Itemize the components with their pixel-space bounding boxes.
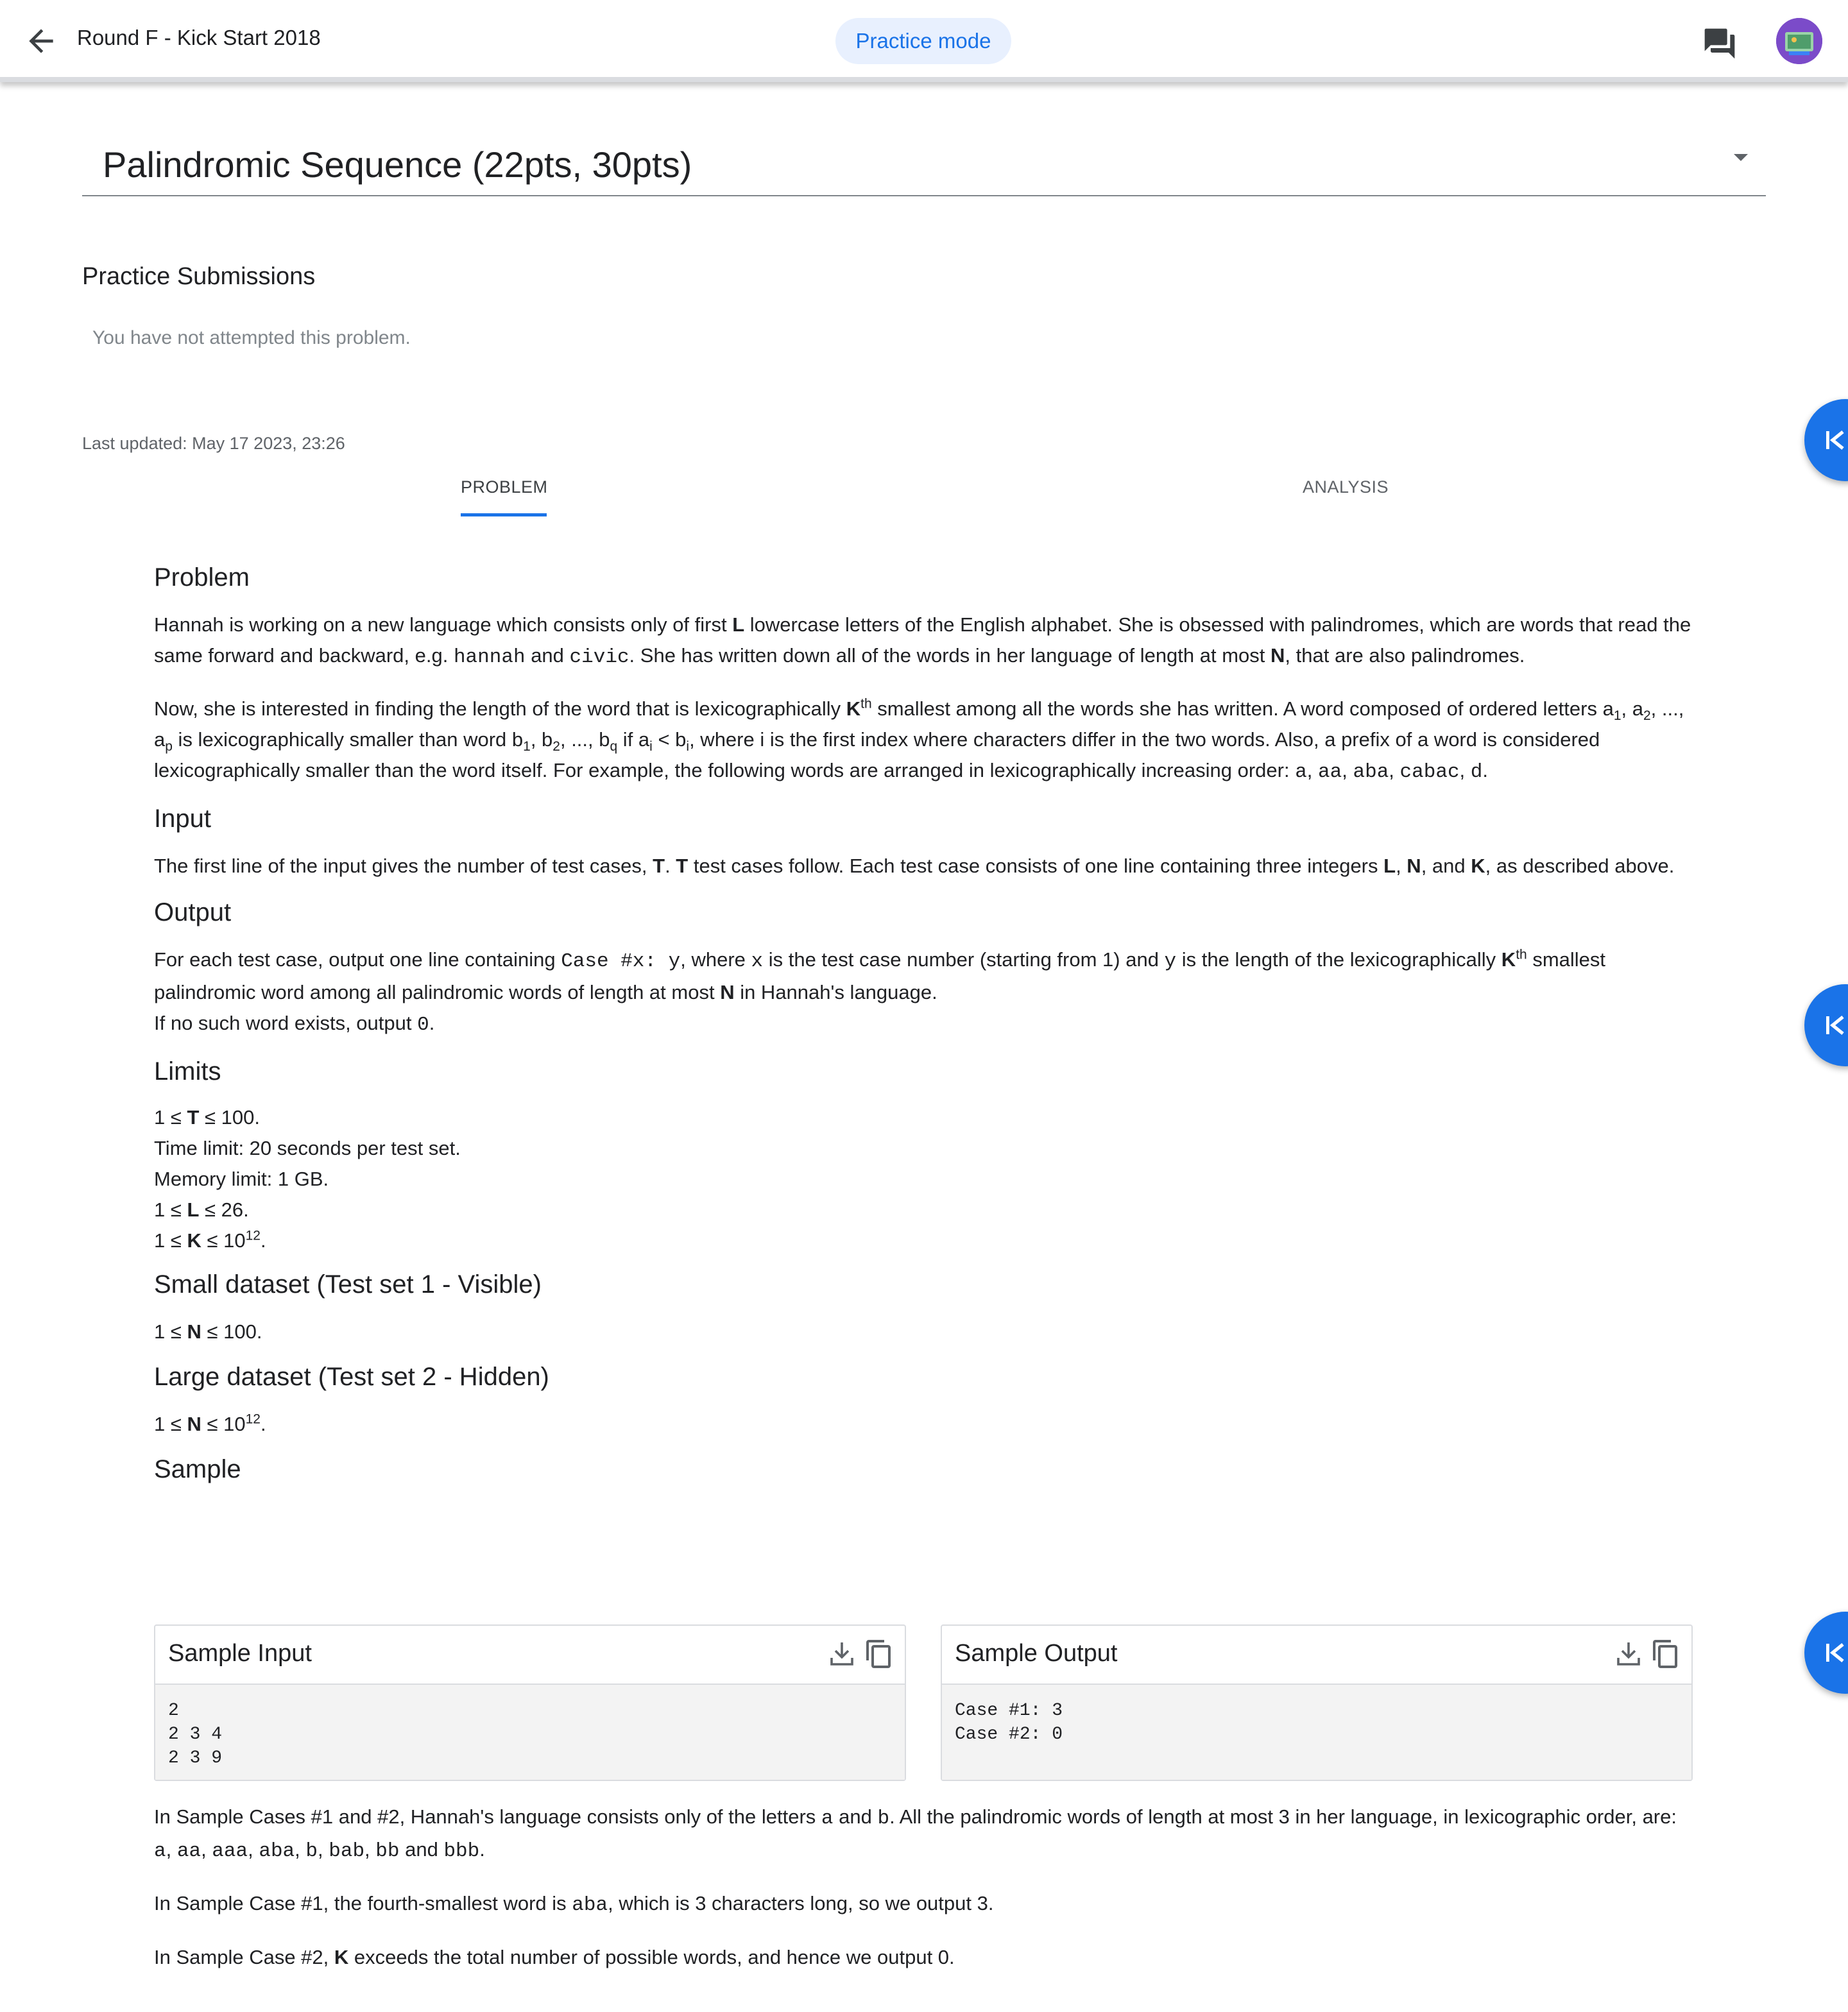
copy-icon[interactable] bbox=[864, 1639, 894, 1669]
download-icon[interactable] bbox=[1613, 1639, 1644, 1669]
side-panel-toggle-button[interactable] bbox=[1804, 984, 1848, 1066]
problem-statement: Problem Hannah is working on a new langu… bbox=[154, 558, 1694, 1488]
explanation-paragraph-1: In Sample Cases #1 and #2, Hannah's lang… bbox=[154, 1805, 1677, 1863]
section-heading-sample: Sample bbox=[154, 1455, 241, 1483]
section-heading-large-dataset: Large dataset (Test set 2 - Hidden) bbox=[154, 1363, 549, 1391]
last-updated-text: Last updated: May 17 2023, 23:26 bbox=[82, 434, 345, 453]
top-app-bar: Round F - Kick Start 2018 Practice mode bbox=[0, 0, 1848, 82]
back-arrow-icon[interactable] bbox=[23, 23, 59, 59]
section-heading-small-dataset: Small dataset (Test set 1 - Visible) bbox=[154, 1270, 542, 1299]
sample-output-box: Sample Output Case #1: 3 Case #2: 0 bbox=[941, 1624, 1693, 1781]
explanation-paragraph-2: In Sample Case #1, the fourth-smallest w… bbox=[154, 1892, 994, 1916]
section-heading-input: Input bbox=[154, 805, 211, 833]
avatar[interactable] bbox=[1776, 18, 1822, 64]
active-tab-indicator bbox=[461, 513, 547, 516]
problem-title: Palindromic Sequence (22pts, 30pts) bbox=[103, 144, 692, 185]
limits-list: 1 ≤ T ≤ 100. Time limit: 20 seconds per … bbox=[154, 1106, 461, 1252]
output-paragraph: For each test case, output one line cont… bbox=[154, 947, 1606, 1036]
small-dataset-limit: 1 ≤ N ≤ 100. bbox=[154, 1320, 262, 1343]
explanation-paragraph-3: In Sample Case #2, K exceeds the total n… bbox=[154, 1946, 955, 1968]
sample-input-title: Sample Input bbox=[168, 1640, 312, 1667]
sample-output-title: Sample Output bbox=[955, 1640, 1118, 1667]
sample-output-text[interactable]: Case #1: 3 Case #2: 0 bbox=[942, 1685, 1691, 1780]
avatar-image bbox=[1776, 18, 1822, 64]
chat-icon[interactable] bbox=[1702, 26, 1738, 62]
sample-input-box: Sample Input 2 2 3 4 2 3 9 bbox=[154, 1624, 906, 1781]
sample-input-header: Sample Input bbox=[155, 1626, 905, 1685]
section-heading-problem: Problem bbox=[154, 563, 250, 592]
submissions-title: Practice Submissions bbox=[82, 263, 316, 290]
sample-input-text[interactable]: 2 2 3 4 2 3 9 bbox=[155, 1685, 905, 1780]
submissions-empty-text: You have not attempted this problem. bbox=[92, 327, 411, 348]
first-page-icon bbox=[1826, 430, 1844, 450]
first-page-icon bbox=[1826, 1642, 1844, 1663]
sample-output-header: Sample Output bbox=[942, 1626, 1691, 1685]
copy-icon[interactable] bbox=[1650, 1639, 1681, 1669]
problem-paragraph-2: Now, she is interested in finding the le… bbox=[154, 696, 1684, 783]
sample-explanation: In Sample Cases #1 and #2, Hannah's lang… bbox=[154, 1802, 1694, 1973]
side-panel-toggle-button[interactable] bbox=[1804, 399, 1848, 481]
problem-paragraph-1: Hannah is working on a new language whic… bbox=[154, 613, 1691, 669]
input-paragraph: The first line of the input gives the nu… bbox=[154, 855, 1675, 877]
download-icon[interactable] bbox=[826, 1639, 857, 1669]
tab-problem[interactable]: PROBLEM bbox=[461, 477, 547, 497]
round-title: Round F - Kick Start 2018 bbox=[77, 26, 321, 49]
dropdown-arrow-icon[interactable] bbox=[1734, 154, 1748, 161]
side-panel-toggle-button[interactable] bbox=[1804, 1612, 1848, 1694]
section-heading-output: Output bbox=[154, 898, 232, 926]
first-page-icon bbox=[1826, 1015, 1844, 1036]
problem-selector[interactable]: Palindromic Sequence (22pts, 30pts) bbox=[82, 128, 1766, 196]
practice-mode-chip[interactable]: Practice mode bbox=[835, 18, 1011, 64]
section-heading-limits: Limits bbox=[154, 1057, 221, 1086]
tab-analysis[interactable]: ANALYSIS bbox=[1303, 477, 1389, 497]
large-dataset-limit: 1 ≤ N ≤ 1012. bbox=[154, 1411, 266, 1435]
